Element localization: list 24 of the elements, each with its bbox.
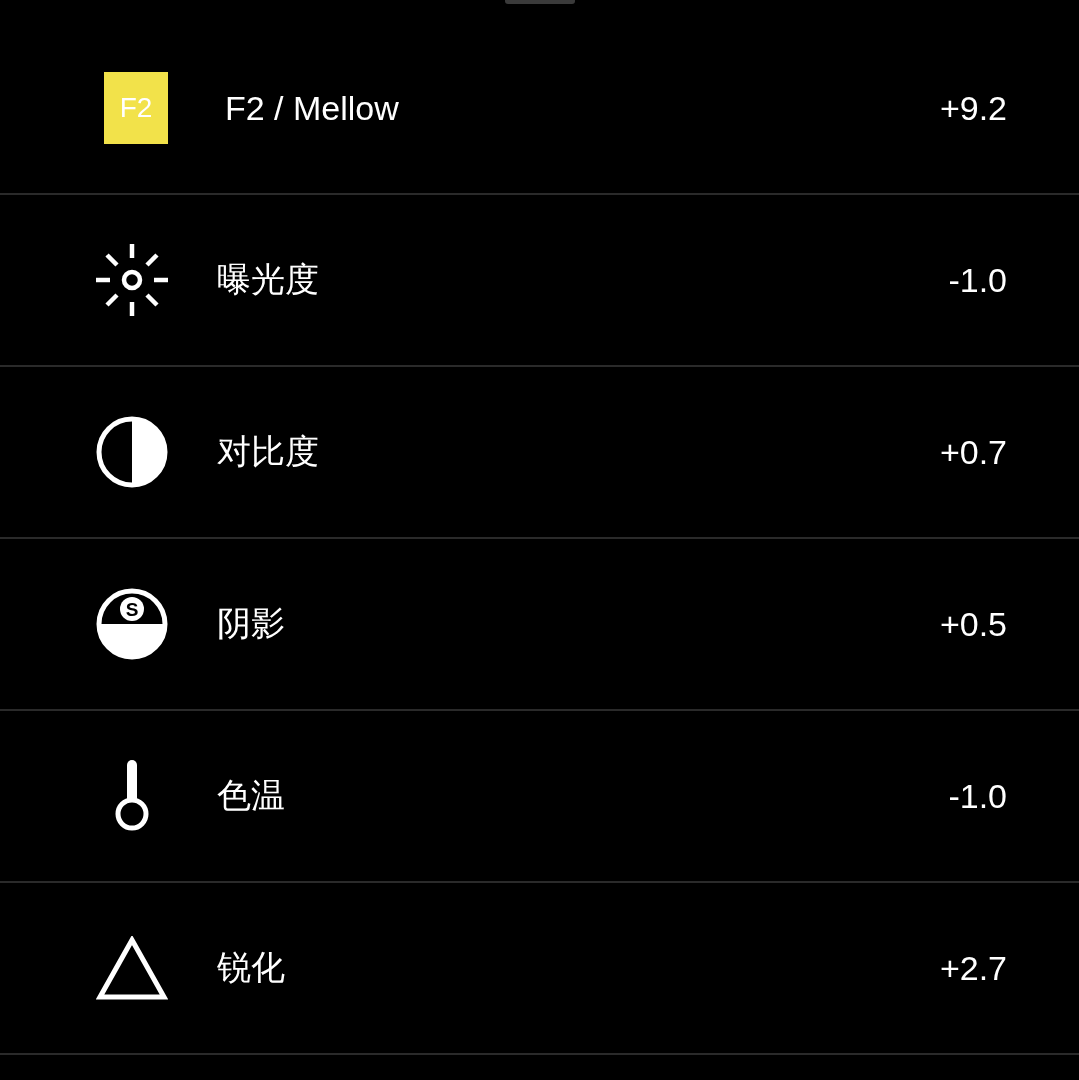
- adjustment-row[interactable]: F2 F2 / Mellow +9.2: [0, 23, 1079, 195]
- triangle-icon: [96, 936, 168, 1000]
- adjustment-value: -1.0: [948, 260, 1007, 300]
- adjustment-value: +2.7: [939, 948, 1007, 988]
- adjustment-label: F2 / Mellow: [225, 88, 400, 128]
- filter-badge: F2: [104, 72, 168, 144]
- adjustment-value: +0.5: [939, 604, 1007, 644]
- adjustment-label: 阴影: [217, 603, 286, 644]
- adjustment-row[interactable]: 对比度 +0.7: [0, 367, 1079, 539]
- adjustment-value: +0.7: [939, 432, 1007, 472]
- adjustment-label: 曝光度: [217, 259, 320, 300]
- sun-icon: [96, 244, 168, 316]
- adjustment-value: +9.2: [939, 88, 1007, 128]
- contrast-icon: [96, 416, 168, 488]
- shadows-icon: S: [96, 588, 168, 660]
- adjustment-label: 锐化: [217, 947, 286, 988]
- adjustment-label: 色温: [217, 775, 286, 816]
- drag-handle[interactable]: [505, 0, 575, 4]
- adjustment-row[interactable]: 色温 -1.0: [0, 711, 1079, 883]
- adjustment-value: -1.0: [948, 776, 1007, 816]
- adjustment-row[interactable]: S 阴影 +0.5: [0, 539, 1079, 711]
- adjustment-row[interactable]: 曝光度 -1.0: [0, 195, 1079, 367]
- adjustment-row[interactable]: 锐化 +2.7: [0, 883, 1079, 1055]
- adjustment-label: 对比度: [217, 431, 320, 472]
